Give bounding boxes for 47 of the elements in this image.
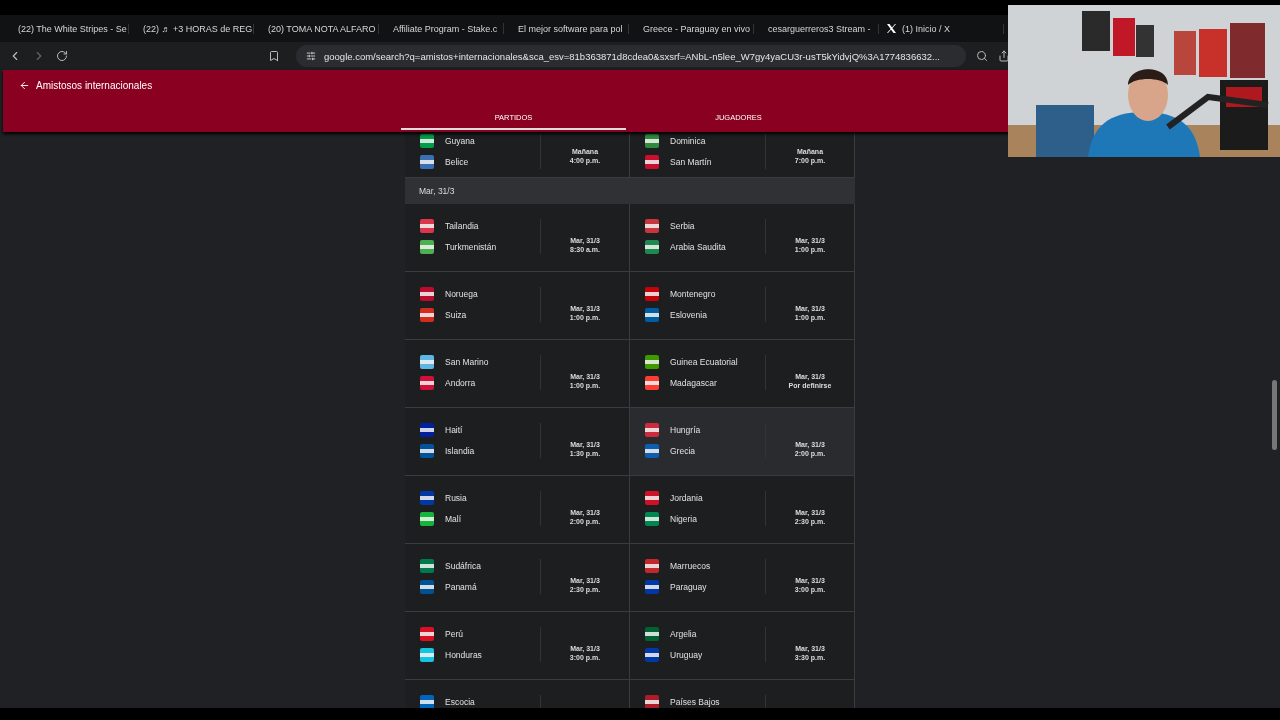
team-name: Marruecos [670,561,711,571]
team-name: Madagascar [670,378,717,388]
team-name: Islandia [445,446,475,456]
team-name: Noruega [445,289,478,299]
team-name: Turkmenistán [445,242,497,252]
team-name: Dominica [670,136,706,146]
browser-tab[interactable]: (22) The White Stripes - Se [4,23,129,34]
browser-tab[interactable]: (1) Inicio / X [879,23,1004,34]
browser-tab[interactable]: El mejor software para pol [504,23,629,34]
address-bar[interactable]: google.com/search?q=amistos+internacionales&sca_esv=81b363871d8cdea0&sxsrf=ANbL-n5lee_W7gy4yaCU3r-usT5kYidvjQ%3A1774836632... [296,45,966,67]
team-name: Nigeria [670,514,697,524]
team-name: Malí [445,514,462,524]
team-name: Suiza [445,310,467,320]
match-card[interactable]: Países Bajos [630,680,855,708]
team-name: Montenegro [670,289,716,299]
team-name: San Marino [445,357,489,367]
team-name: Honduras [445,650,482,660]
browser-tab[interactable]: Affiliate Program - Stake.c [379,23,504,34]
team-name: Serbia [670,221,695,231]
browser-tab[interactable]: (22) ♬ +3 HORAS de REG [129,23,254,34]
team-name: Eslovenia [670,310,707,320]
team-name: Argelia [670,629,697,639]
team-name: Paraguay [670,582,707,592]
team-name: Jordania [670,493,703,503]
browser-tab[interactable]: (20) TOMA NOTA ALFARO [254,23,379,34]
match-card[interactable]: Escocia [405,680,630,708]
team-name: Perú [445,629,463,639]
browser-tab[interactable]: Greece - Paraguay en vivo [629,23,754,34]
team-name: Tailandia [445,221,479,231]
date-heading: Mar, 31/3 [405,178,855,204]
team-name: Arabia Saudita [670,242,726,252]
team-name: Sudáfrica [445,561,481,571]
team-name: Países Bajos [670,697,720,707]
team-name: Belice [445,157,469,167]
team-name: Grecia [670,446,696,456]
team-name: Guyana [445,136,475,146]
team-name: San Martín [670,157,712,167]
team-name: Andorra [445,378,476,388]
team-name: Rusia [445,493,467,503]
team-name: Panamá [445,582,477,592]
team-name: Guinea Ecuatorial [670,357,738,367]
team-name: Hungría [670,425,701,435]
team-name: Haití [445,425,463,435]
page-title: Amistosos internacionales [36,80,153,91]
team-name: Escocia [445,697,475,707]
browser-tab[interactable]: cesarguerreros3 Stream - [754,23,879,34]
team-name: Uruguay [670,650,703,660]
